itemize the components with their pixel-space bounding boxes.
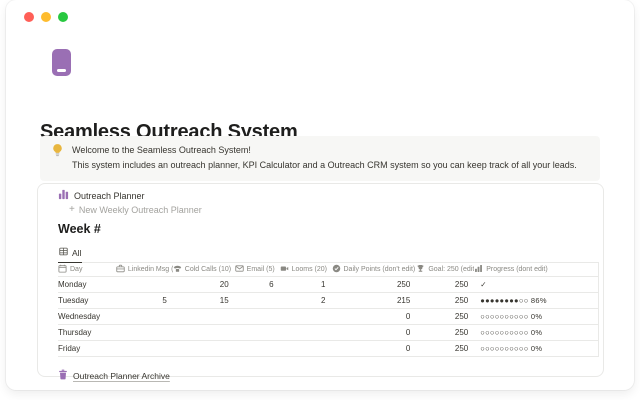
briefcase-icon xyxy=(116,264,125,275)
cell-linkedin[interactable]: 5 xyxy=(116,293,173,308)
cell-goal[interactable]: 250 xyxy=(416,341,474,356)
planner-title: Outreach Planner xyxy=(74,191,145,201)
column-label: Cold Calls (10) xyxy=(185,266,231,273)
callout-line-1: Welcome to the Seamless Outreach System! xyxy=(72,143,577,158)
cell-daily-points[interactable]: 250 xyxy=(332,277,417,292)
cell-linkedin[interactable] xyxy=(116,341,173,356)
cell-day[interactable]: Monday xyxy=(58,277,116,292)
archive-label: Outreach Planner Archive xyxy=(73,371,170,381)
callout-line-2: This system includes an outreach planner… xyxy=(72,158,577,173)
cell-looms[interactable]: 1 xyxy=(280,277,332,292)
cell-daily-points[interactable]: 0 xyxy=(332,341,417,356)
cell-progress[interactable]: ○○○○○○○○○○ 0% xyxy=(474,325,598,340)
envelope-icon xyxy=(235,264,244,275)
minimize-window-button[interactable] xyxy=(41,12,51,22)
table-header-row: Day Linkedin Msg (5) Cold Calls (10) Ema… xyxy=(58,263,599,277)
cell-progress[interactable]: ✓ xyxy=(474,277,598,292)
zoom-window-button[interactable] xyxy=(58,12,68,22)
week-heading: Week # xyxy=(58,222,603,236)
cell-email[interactable] xyxy=(235,293,280,308)
cell-day[interactable]: Friday xyxy=(58,341,116,356)
cell-daily-points[interactable]: 215 xyxy=(332,293,417,308)
cell-daily-points[interactable]: 0 xyxy=(332,309,417,324)
outreach-planner-block: Outreach Planner + New Weekly Outreach P… xyxy=(37,183,604,377)
column-header-looms[interactable]: Looms (20) xyxy=(280,264,332,275)
cell-goal[interactable]: 250 xyxy=(416,277,474,292)
cell-cold-calls[interactable] xyxy=(173,325,235,340)
column-header-email[interactable]: Email (5) xyxy=(235,264,280,275)
bar-chart-icon xyxy=(58,189,69,202)
trash-icon xyxy=(58,369,68,382)
column-label: Goal: 250 (edit) xyxy=(428,266,474,273)
bar-chart-icon xyxy=(474,264,483,275)
calendar-icon xyxy=(58,264,67,275)
column-header-day[interactable]: Day xyxy=(58,264,116,275)
cell-looms[interactable]: 2 xyxy=(280,293,332,308)
page-journal-icon[interactable] xyxy=(52,49,71,76)
column-header-goal[interactable]: Goal: 250 (edit) xyxy=(416,264,474,275)
cell-progress[interactable]: ○○○○○○○○○○ 0% xyxy=(474,309,598,324)
column-header-progress[interactable]: Progress (dont edit) xyxy=(474,264,598,275)
column-header-linkedin-msg[interactable]: Linkedin Msg (5) xyxy=(116,264,173,275)
cell-email[interactable] xyxy=(235,325,280,340)
trophy-icon xyxy=(416,264,425,275)
cell-goal[interactable]: 250 xyxy=(416,325,474,340)
table-row-friday: Friday 0 250 ○○○○○○○○○○ 0% xyxy=(58,341,599,357)
cell-cold-calls[interactable]: 15 xyxy=(173,293,235,308)
new-weekly-planner-label: New Weekly Outreach Planner xyxy=(79,205,202,215)
cell-linkedin[interactable] xyxy=(116,277,173,292)
outreach-planner-database-link[interactable]: Outreach Planner xyxy=(58,190,603,201)
window-controls xyxy=(24,12,68,22)
welcome-callout: Welcome to the Seamless Outreach System!… xyxy=(40,136,600,181)
cell-day[interactable]: Wednesday xyxy=(58,309,116,324)
cell-cold-calls[interactable] xyxy=(173,341,235,356)
cell-daily-points[interactable]: 0 xyxy=(332,325,417,340)
cell-progress[interactable]: ●●●●●●●●○○ 86% xyxy=(474,293,598,308)
cell-day[interactable]: Tuesday xyxy=(58,293,116,308)
cell-goal[interactable]: 250 xyxy=(416,293,474,308)
cell-day[interactable]: Thursday xyxy=(58,325,116,340)
cell-email[interactable] xyxy=(235,341,280,356)
cell-progress[interactable]: ○○○○○○○○○○ 0% xyxy=(474,341,598,356)
cell-linkedin[interactable] xyxy=(116,309,173,324)
cell-cold-calls[interactable]: 20 xyxy=(173,277,235,292)
column-label: Looms (20) xyxy=(292,266,327,273)
table-row-thursday: Thursday 0 250 ○○○○○○○○○○ 0% xyxy=(58,325,599,341)
cell-email[interactable] xyxy=(235,309,280,324)
close-window-button[interactable] xyxy=(24,12,34,22)
cell-email[interactable]: 6 xyxy=(235,277,280,292)
column-header-cold-calls[interactable]: Cold Calls (10) xyxy=(173,264,235,275)
column-header-daily-points[interactable]: Daily Points (don't edit) xyxy=(332,264,417,275)
column-label: Email (5) xyxy=(247,266,275,273)
cell-looms[interactable] xyxy=(280,309,332,324)
table-view-icon xyxy=(59,247,68,258)
table-row-wednesday: Wednesday 0 250 ○○○○○○○○○○ 0% xyxy=(58,309,599,325)
cell-looms[interactable] xyxy=(280,325,332,340)
view-tab-bar: All xyxy=(58,243,599,263)
plus-icon: + xyxy=(69,205,75,215)
lightbulb-icon xyxy=(52,144,63,173)
cell-goal[interactable]: 250 xyxy=(416,309,474,324)
column-label: Daily Points (don't edit) xyxy=(344,266,416,273)
table-row-monday: Monday 20 6 1 250 250 ✓ xyxy=(58,277,599,293)
planner-table: Day Linkedin Msg (5) Cold Calls (10) Ema… xyxy=(58,263,599,357)
cell-cold-calls[interactable] xyxy=(173,309,235,324)
movie-camera-icon xyxy=(280,264,289,275)
outreach-planner-archive-link[interactable]: Outreach Planner Archive xyxy=(58,369,603,382)
check-circle-icon xyxy=(332,264,341,275)
column-label: Day xyxy=(70,266,82,273)
cell-looms[interactable] xyxy=(280,341,332,356)
new-weekly-planner-button[interactable]: + New Weekly Outreach Planner xyxy=(69,204,603,215)
phone-icon xyxy=(173,264,182,275)
column-label: Progress (dont edit) xyxy=(486,266,547,273)
column-label: Linkedin Msg (5) xyxy=(128,266,173,273)
tab-all-view[interactable]: All xyxy=(58,247,82,263)
tab-all-label: All xyxy=(72,248,81,258)
table-row-tuesday: Tuesday 5 15 2 215 250 ●●●●●●●●○○ 86% xyxy=(58,293,599,309)
cell-linkedin[interactable] xyxy=(116,325,173,340)
